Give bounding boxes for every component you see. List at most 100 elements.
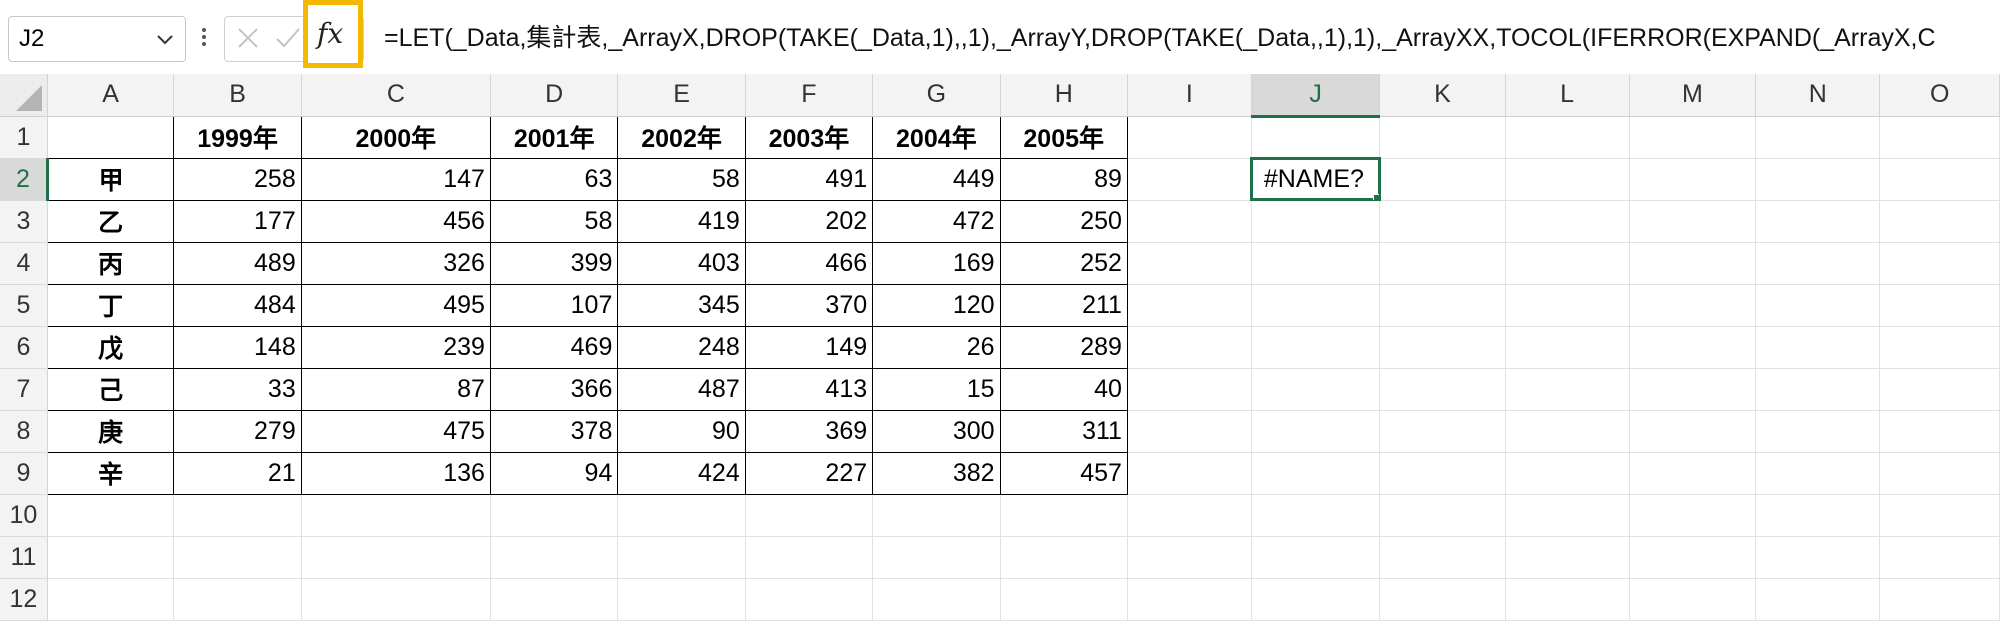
row-header-1[interactable]: 1 bbox=[0, 116, 48, 159]
spreadsheet-grid[interactable]: ABCDEFGHIJKLMNO 1 1999年 2000年 2001年 2002年 200… bbox=[0, 74, 2000, 621]
cell-a6[interactable]: 戊 bbox=[46, 325, 175, 369]
cell-f2[interactable]: 491 bbox=[744, 157, 874, 201]
cell-e12[interactable] bbox=[617, 578, 746, 621]
cell-k7[interactable] bbox=[1379, 368, 1506, 411]
row-header-12[interactable]: 12 bbox=[0, 578, 48, 621]
cell-e11[interactable] bbox=[617, 536, 746, 579]
cell-g5[interactable]: 120 bbox=[872, 283, 1001, 327]
cell-l1[interactable] bbox=[1505, 116, 1630, 159]
cell-b3[interactable]: 177 bbox=[173, 199, 302, 243]
cell-l4[interactable] bbox=[1505, 242, 1630, 285]
cell-h5[interactable]: 211 bbox=[999, 283, 1128, 327]
cell-a1[interactable] bbox=[46, 115, 175, 159]
cell-o3[interactable] bbox=[1879, 200, 2000, 243]
row-header-4[interactable]: 4 bbox=[0, 242, 48, 285]
cell-h3[interactable]: 250 bbox=[999, 199, 1128, 243]
cell-o1[interactable] bbox=[1879, 116, 2000, 159]
cell-k11[interactable] bbox=[1379, 536, 1506, 579]
cell-m1[interactable] bbox=[1629, 116, 1757, 159]
cell-n10[interactable] bbox=[1755, 494, 1881, 537]
cell-f8[interactable]: 369 bbox=[744, 409, 874, 453]
cell-i6[interactable] bbox=[1127, 326, 1252, 369]
cell-i8[interactable] bbox=[1127, 410, 1252, 453]
cell-f9[interactable]: 227 bbox=[744, 451, 874, 495]
cell-k9[interactable] bbox=[1379, 452, 1506, 495]
cell-g6[interactable]: 26 bbox=[872, 325, 1001, 369]
row-header-2[interactable]: 2 bbox=[0, 158, 49, 201]
column-header-b[interactable]: B bbox=[173, 74, 302, 117]
cell-e7[interactable]: 487 bbox=[617, 367, 746, 411]
cell-k2[interactable] bbox=[1379, 158, 1506, 201]
cell-j2[interactable]: #NAME? bbox=[1250, 157, 1381, 201]
cell-d12[interactable] bbox=[490, 578, 619, 621]
cell-f4[interactable]: 466 bbox=[744, 241, 874, 285]
cell-i7[interactable] bbox=[1127, 368, 1252, 411]
cell-a11[interactable] bbox=[47, 536, 175, 579]
cell-a8[interactable]: 庚 bbox=[46, 409, 175, 453]
cell-b11[interactable] bbox=[173, 536, 302, 579]
row-header-11[interactable]: 11 bbox=[0, 536, 48, 579]
cell-o12[interactable] bbox=[1879, 578, 2000, 621]
column-header-h[interactable]: H bbox=[1000, 74, 1128, 117]
cell-i11[interactable] bbox=[1127, 536, 1252, 579]
cell-a4[interactable]: 丙 bbox=[46, 241, 175, 285]
cell-m8[interactable] bbox=[1629, 410, 1757, 453]
select-all-corner[interactable] bbox=[0, 74, 48, 117]
cell-g8[interactable]: 300 bbox=[872, 409, 1001, 453]
insert-function-button[interactable]: fx bbox=[303, 0, 363, 68]
column-header-f[interactable]: F bbox=[745, 74, 874, 117]
cell-c11[interactable] bbox=[301, 536, 491, 579]
cell-n9[interactable] bbox=[1755, 452, 1881, 495]
cell-f5[interactable]: 370 bbox=[744, 283, 874, 327]
cell-k6[interactable] bbox=[1379, 326, 1506, 369]
cell-l12[interactable] bbox=[1505, 578, 1630, 621]
cell-i12[interactable] bbox=[1127, 578, 1252, 621]
cell-k1[interactable] bbox=[1379, 116, 1506, 159]
cell-j1[interactable] bbox=[1251, 116, 1381, 159]
cell-h12[interactable] bbox=[1000, 578, 1128, 621]
cell-n6[interactable] bbox=[1755, 326, 1881, 369]
cell-c4[interactable]: 326 bbox=[300, 241, 491, 285]
cell-j7[interactable] bbox=[1251, 368, 1381, 411]
row-header-8[interactable]: 8 bbox=[0, 410, 48, 453]
cell-i10[interactable] bbox=[1127, 494, 1252, 537]
cell-e10[interactable] bbox=[617, 494, 746, 537]
cell-d2[interactable]: 63 bbox=[489, 157, 619, 201]
row-header-9[interactable]: 9 bbox=[0, 452, 48, 495]
cell-i3[interactable] bbox=[1127, 200, 1252, 243]
cell-a3[interactable]: 乙 bbox=[46, 199, 175, 243]
cell-m2[interactable] bbox=[1629, 158, 1757, 201]
cell-a12[interactable] bbox=[47, 578, 175, 621]
cell-m7[interactable] bbox=[1629, 368, 1757, 411]
cell-d4[interactable]: 399 bbox=[489, 241, 619, 285]
cell-o9[interactable] bbox=[1879, 452, 2000, 495]
row-header-7[interactable]: 7 bbox=[0, 368, 48, 411]
cell-c8[interactable]: 475 bbox=[300, 409, 491, 453]
cell-c3[interactable]: 456 bbox=[300, 199, 491, 243]
cell-b1[interactable]: 1999年 bbox=[173, 115, 302, 159]
cell-g12[interactable] bbox=[872, 578, 1001, 621]
cell-c6[interactable]: 239 bbox=[300, 325, 491, 369]
cell-e9[interactable]: 424 bbox=[617, 451, 746, 495]
cell-b7[interactable]: 33 bbox=[173, 367, 302, 411]
cell-n8[interactable] bbox=[1755, 410, 1881, 453]
row-header-5[interactable]: 5 bbox=[0, 284, 48, 327]
cell-l6[interactable] bbox=[1505, 326, 1630, 369]
cell-n3[interactable] bbox=[1755, 200, 1881, 243]
cell-h9[interactable]: 457 bbox=[999, 451, 1128, 495]
cell-e2[interactable]: 58 bbox=[617, 157, 746, 201]
column-header-c[interactable]: C bbox=[301, 74, 491, 117]
row-header-3[interactable]: 3 bbox=[0, 200, 48, 243]
cell-j10[interactable] bbox=[1251, 494, 1381, 537]
cell-o11[interactable] bbox=[1879, 536, 2000, 579]
cell-a2[interactable]: 甲 bbox=[46, 157, 175, 201]
cell-n4[interactable] bbox=[1755, 242, 1881, 285]
cell-h4[interactable]: 252 bbox=[999, 241, 1128, 285]
cell-g7[interactable]: 15 bbox=[872, 367, 1001, 411]
cell-l2[interactable] bbox=[1505, 158, 1630, 201]
cell-o7[interactable] bbox=[1879, 368, 2000, 411]
chevron-down-icon[interactable] bbox=[155, 29, 175, 53]
cell-f11[interactable] bbox=[745, 536, 874, 579]
cell-n7[interactable] bbox=[1755, 368, 1881, 411]
column-header-n[interactable]: N bbox=[1755, 74, 1881, 117]
